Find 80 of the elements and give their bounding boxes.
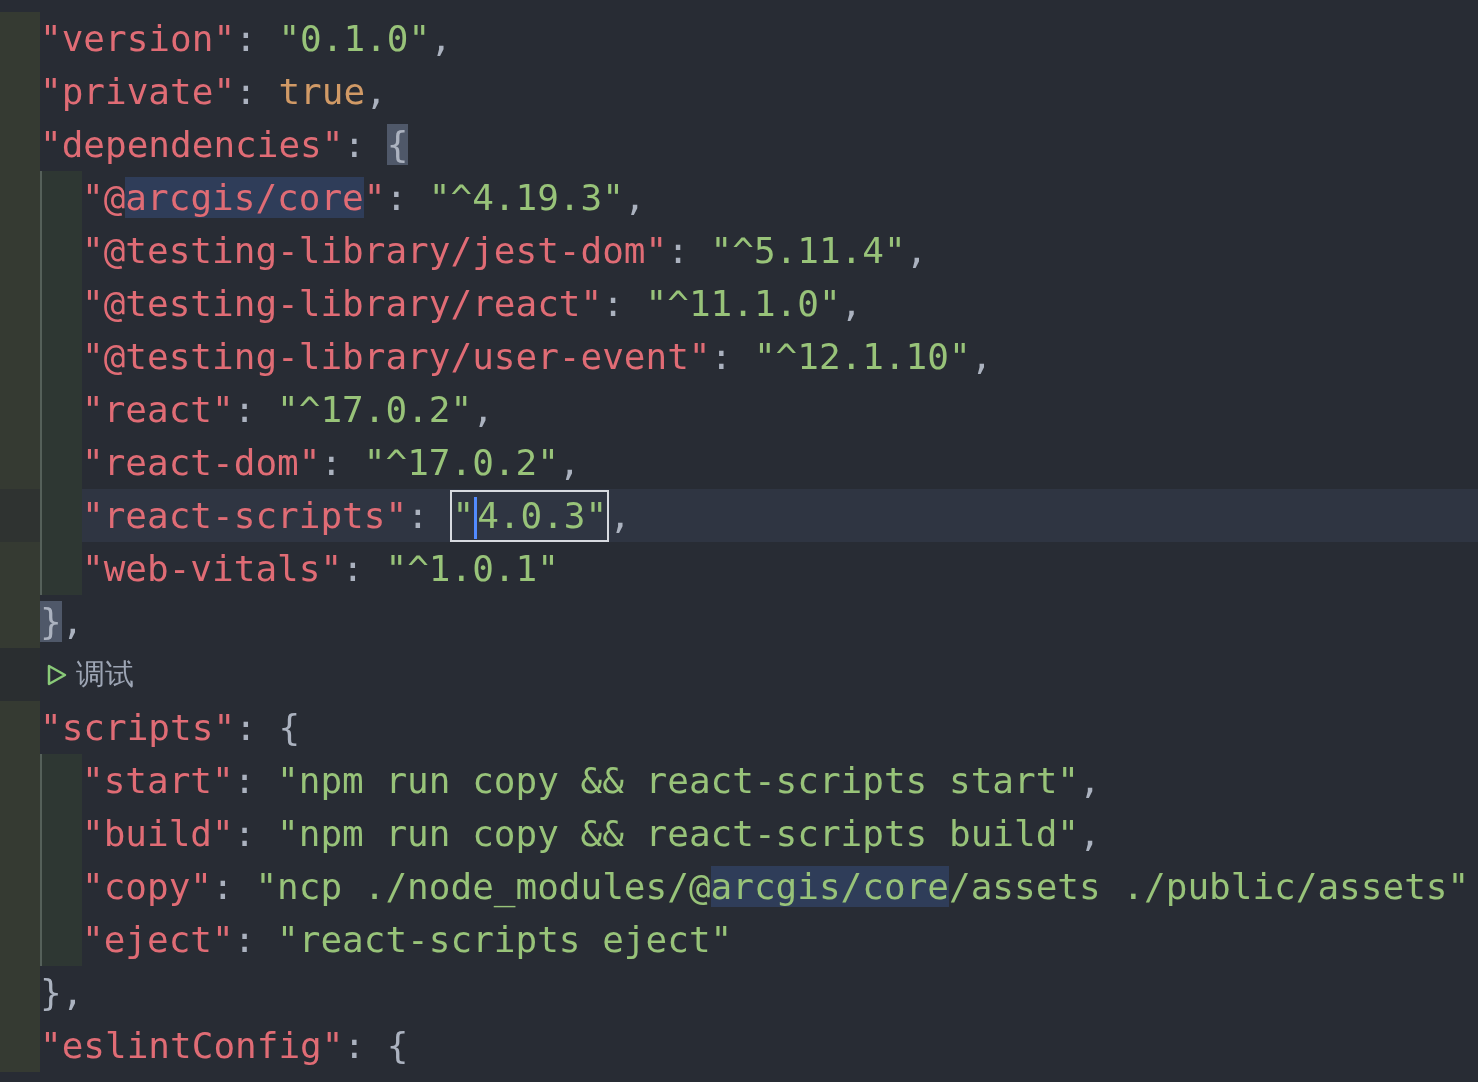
search-match: arcgis/core [710, 866, 949, 907]
code-text: "ncp ./node_modules/@ [255, 866, 711, 907]
code-text: : [667, 230, 690, 271]
gutter-cell [0, 436, 40, 489]
code-text: "build" [82, 813, 234, 854]
gutter-cell [0, 489, 40, 542]
code-text: : { [235, 707, 301, 748]
code-text: , [840, 283, 863, 324]
code-text: "@testing-library/jest-dom" [82, 230, 668, 271]
code-text: , [623, 177, 646, 218]
indent-guide [40, 171, 82, 224]
code-text: "@testing-library/user-event" [82, 336, 711, 377]
code-text: "react" [82, 389, 234, 430]
code-text: : [212, 866, 235, 907]
code-text: "npm run copy && react-scripts build" [277, 813, 1079, 854]
code-text: "version" [40, 18, 236, 59]
matching-bracket: } [40, 601, 62, 642]
code-text: "npm run copy && react-scripts start" [277, 760, 1079, 801]
code-text: "^11.1.0" [645, 283, 841, 324]
code-text: "^4.19.3" [428, 177, 624, 218]
code-text: , [1079, 813, 1101, 854]
code-text: : [407, 495, 430, 536]
code-text: , [61, 601, 84, 642]
code-text: "@ [82, 177, 126, 218]
code-text: "0.1.0" [278, 18, 431, 59]
code-text: , [430, 18, 452, 59]
code-text: "eject" [82, 919, 234, 960]
code-text: " [363, 177, 386, 218]
code-text: "web-vitals" [82, 548, 343, 589]
code-text: , [558, 442, 581, 483]
code-text: "start" [82, 760, 234, 801]
code-text: "scripts" [40, 707, 236, 748]
code-text: "eslintConfig" [40, 1025, 344, 1066]
code-text: , [609, 495, 631, 536]
indent-guide [40, 542, 82, 595]
code-text: : [235, 71, 258, 112]
gutter-cell [0, 701, 40, 754]
code-text: "^17.0.2" [363, 442, 559, 483]
code-text: : [602, 283, 625, 324]
code-text: : [320, 442, 344, 483]
code-text: : [235, 18, 258, 59]
code-text: : [710, 336, 734, 377]
code-text: "copy" [82, 866, 213, 907]
code-text: : [342, 548, 365, 589]
code-text: "^1.0.1" [385, 548, 559, 589]
code-text: : { [343, 1025, 409, 1066]
code-text: : [233, 389, 257, 430]
indent-guide [40, 913, 82, 966]
code-text: " [452, 495, 475, 536]
code-text: true [278, 71, 366, 112]
code-text: , [472, 389, 494, 430]
text-cursor [474, 497, 478, 539]
matching-bracket: { [386, 124, 409, 165]
code-text: "dependencies" [40, 124, 344, 165]
code-text: : [385, 177, 409, 218]
code-text: : [343, 124, 367, 165]
code-text: "^12.1.10" [753, 336, 971, 377]
code-text: "react-scripts eject" [277, 919, 733, 960]
code-text: /assets ./public/assets" [949, 866, 1470, 907]
codelens-link[interactable]: 调试 [76, 652, 134, 697]
code-text: "^5.11.4" [710, 230, 906, 271]
play-icon[interactable] [46, 662, 68, 687]
code-text: "react-scripts" [82, 495, 408, 536]
code-text: : [233, 919, 257, 960]
gutter-cell [0, 595, 40, 648]
code-text: , [970, 336, 993, 377]
code-text: : [233, 813, 257, 854]
code-text: "@testing-library/react" [82, 283, 603, 324]
code-text: "^17.0.2" [277, 389, 473, 430]
code-text: }, [40, 972, 84, 1013]
code-text: : [233, 760, 257, 801]
code-text: , [905, 230, 928, 271]
code-text: 4.0.3" [477, 495, 608, 536]
indent-guide [40, 754, 82, 807]
code-text: , [1079, 760, 1101, 801]
code-text: "react-dom" [82, 442, 321, 483]
code-text: , [365, 71, 387, 112]
code-text: "private" [40, 71, 236, 112]
gutter-cell [0, 542, 40, 595]
search-match: arcgis/core [125, 177, 364, 218]
